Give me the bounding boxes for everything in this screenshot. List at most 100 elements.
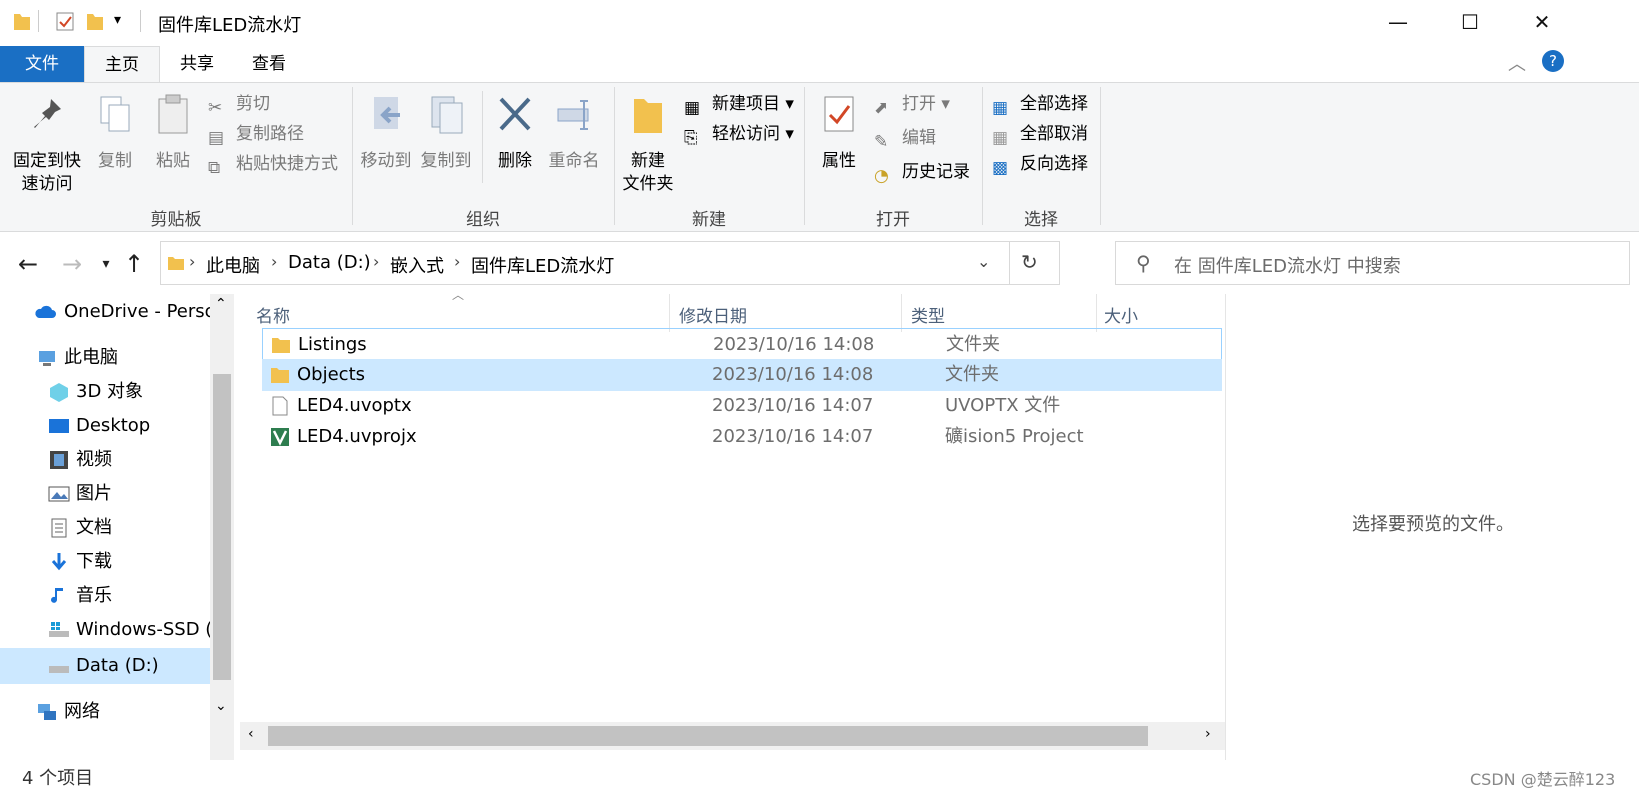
horizontal-scrollbar-thumb[interactable] [268,726,1148,746]
nav-item-music[interactable]: 音乐 [0,578,210,614]
list-item[interactable]: Listings 2023/10/16 14:08 文件夹 [262,328,1222,360]
nav-item-onedrive[interactable]: OneDrive - Perso [0,294,210,330]
file-type: UVOPTX 文件 [945,395,1061,416]
file-type: 礦ision5 Project [945,426,1084,447]
music-icon [51,588,63,603]
nav-item-desktop[interactable]: Desktop [0,408,210,444]
open-button[interactable]: ⬈ 打开 ▾ [874,91,950,118]
nav-item-label: 图片 [76,483,112,504]
list-item[interactable]: LED4.uvoptx 2023/10/16 14:07 UVOPTX 文件 [262,390,1222,422]
copy-button[interactable]: 复制 [92,93,138,173]
tab-home[interactable]: 主页 [84,46,160,83]
history-button[interactable]: ◔ 历史记录 [874,159,970,186]
nav-item-network[interactable]: 网络 [0,694,210,730]
column-header-type[interactable]: 类型 [911,302,945,327]
desktop-icon [49,419,69,433]
file-list: ︿ 名称 修改日期 类型 大小 Listings 2023/10/16 14:0… [240,288,1225,760]
move-to-button[interactable]: 移动到 [358,93,414,173]
chevron-right-icon[interactable]: › [1205,726,1211,742]
new-item-button[interactable]: ▦ 新建项目 ▾ [684,91,794,118]
chevron-right-icon[interactable]: › [189,252,195,271]
invert-selection-button[interactable]: ▩ 反向选择 [992,151,1088,178]
paste-shortcut-button[interactable]: ⧉ 粘贴快捷方式 [208,151,338,178]
nav-item-windows-ssd[interactable]: Windows-SSD ( [0,612,210,648]
search-box[interactable]: ⚲ 在 固件库LED流水灯 中搜索 [1115,241,1630,285]
nav-item-pictures[interactable]: 图片 [0,476,210,512]
select-none-button[interactable]: ▦ 全部取消 [992,121,1088,148]
rename-button[interactable]: 重命名 [546,93,602,173]
edit-icon: ✎ [874,132,889,152]
breadcrumb-current-folder[interactable]: 固件库LED流水灯 [471,252,614,278]
cut-label: 剪切 [236,94,270,114]
properties-check-icon[interactable] [55,10,75,32]
paste-icon [158,94,188,134]
search-icon: ⚲ [1136,251,1151,275]
forward-arrow-icon[interactable]: → [54,246,90,282]
chevron-right-icon[interactable]: › [271,252,277,271]
nav-item-label: 此电脑 [64,347,118,368]
address-row: ← → ▾ ↑ › 此电脑 › Data (D:) › 嵌入式 › 固件库LED… [0,232,1639,294]
collapse-ribbon-icon[interactable]: ︿ [1508,50,1526,76]
chevron-right-icon[interactable]: › [454,252,460,271]
cut-button[interactable]: ✂ 剪切 [208,91,270,118]
select-all-label: 全部选择 [1020,94,1088,114]
tab-view[interactable]: 查看 [234,46,304,82]
history-icon: ◔ [874,166,889,186]
nav-scrollbar[interactable]: ⌃ ⌄ [210,294,234,760]
tab-file[interactable]: 文件 [0,46,84,82]
breadcrumb-this-pc[interactable]: 此电脑 [206,252,260,278]
copy-icon [100,96,130,132]
column-header-date[interactable]: 修改日期 [679,302,747,327]
new-item-label: 新建项目 [712,94,780,114]
tab-share[interactable]: 共享 [162,46,232,82]
column-header-name[interactable]: 名称 [256,302,290,327]
pin-icon [34,99,61,128]
paste-button[interactable]: 粘贴 [150,93,196,173]
chevron-down-icon[interactable]: ⌄ [215,698,227,714]
divider[interactable] [669,294,670,332]
copy-to-button[interactable]: 复制到 [418,93,474,173]
nav-item-3d-objects[interactable]: 3D 对象 [0,374,210,410]
divider[interactable] [1096,294,1097,332]
help-icon[interactable]: ? [1542,50,1564,72]
chevron-down-icon[interactable]: ⌄ [977,252,990,271]
delete-button[interactable]: 删除 [490,93,540,173]
column-header-size[interactable]: 大小 [1104,302,1138,327]
refresh-icon[interactable]: ↻ [1021,250,1038,274]
nav-item-downloads[interactable]: 下载 [0,544,210,580]
breadcrumb-embedded[interactable]: 嵌入式 [390,252,444,278]
ribbon: 固定到快 速访问 复制 粘贴 ✂ 剪切 ▤ 复制路径 ⧉ 粘贴快捷方式 剪贴板 … [0,82,1639,232]
nav-scrollbar-thumb[interactable] [213,374,231,680]
nav-item-label: OneDrive - Perso [64,301,210,322]
customize-quick-access-icon[interactable]: ▾ [114,12,121,28]
back-arrow-icon[interactable]: ← [10,246,46,282]
copy-path-button[interactable]: ▤ 复制路径 [208,121,304,148]
chevron-up-icon[interactable]: ⌃ [215,296,227,312]
close-button[interactable]: ✕ [1506,0,1578,44]
search-input[interactable]: 在 固件库LED流水灯 中搜索 [1174,252,1401,278]
list-item[interactable]: LED4.uvprojx 2023/10/16 14:07 礦ision5 Pr… [262,421,1222,453]
properties-button[interactable]: 属性 [814,93,864,173]
nav-item-data-d[interactable]: Data (D:) [0,648,210,684]
minimize-button[interactable]: — [1362,0,1434,44]
nav-item-this-pc[interactable]: 此电脑 [0,340,210,376]
chevron-right-icon[interactable]: › [373,252,379,271]
address-bar[interactable]: › 此电脑 › Data (D:) › 嵌入式 › 固件库LED流水灯 ⌄ ↻ [160,241,1060,285]
clipboard-group-label: 剪贴板 [150,210,202,230]
list-item[interactable]: Objects 2023/10/16 14:08 文件夹 [262,359,1222,391]
select-all-button[interactable]: ▦ 全部选择 [992,91,1088,118]
up-arrow-icon[interactable]: ↑ [116,246,152,282]
divider[interactable] [901,294,902,332]
breadcrumb-data-d[interactable]: Data (D:) [288,252,371,273]
new-folder-icon[interactable] [85,10,105,32]
easy-access-button[interactable]: ⎘ 轻松访问 ▾ [684,121,794,148]
pin-quick-access-button[interactable]: 固定到快 速访问 [10,93,84,196]
horizontal-scrollbar[interactable]: ‹ › [240,722,1225,750]
delete-x-icon [499,97,531,131]
chevron-left-icon[interactable]: ‹ [248,726,254,742]
nav-item-videos[interactable]: 视频 [0,442,210,478]
nav-item-documents[interactable]: 文档 [0,510,210,546]
maximize-button[interactable]: ☐ [1434,0,1506,44]
edit-button[interactable]: ✎ 编辑 [874,125,936,152]
new-folder-button[interactable]: 新建 文件夹 [620,93,676,196]
